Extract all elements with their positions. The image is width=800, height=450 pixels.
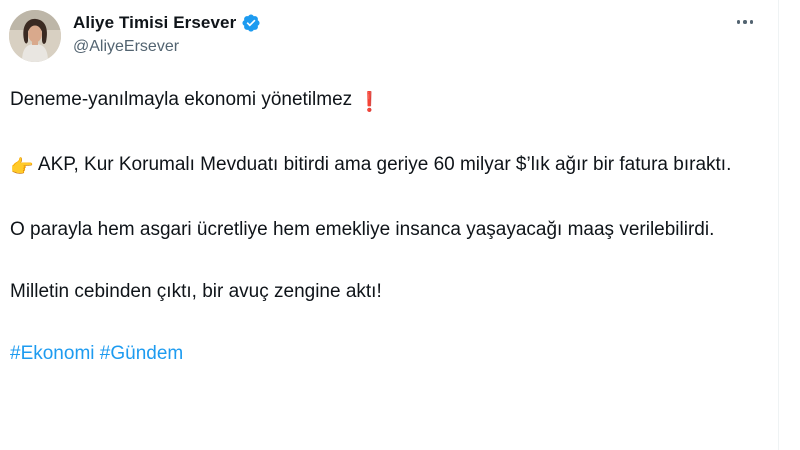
- author-name-row: Aliye Timisi Ersever: [73, 11, 261, 35]
- tweet-line-1: Deneme-yanılmayla ekonomi yönetilmez: [10, 89, 353, 110]
- tweet-text: Deneme-yanılmayla ekonomi yönetilmez ❗ 👉…: [10, 84, 765, 369]
- tweet-paragraph-2: 👉 AKP, Kur Korumalı Mevduatı bitirdi ama…: [10, 149, 765, 183]
- verified-badge-icon[interactable]: [241, 13, 261, 33]
- column-divider: [778, 0, 779, 450]
- more-options-icon[interactable]: [733, 12, 757, 32]
- author-display-name[interactable]: Aliye Timisi Ersever: [73, 13, 236, 33]
- hashtag-link[interactable]: #Ekonomi: [10, 343, 95, 364]
- tweet-paragraph-2-text: AKP, Kur Korumalı Mevduatı bitirdi ama g…: [37, 154, 732, 175]
- tweet-card: Aliye Timisi Ersever @AliyeErsever Denem…: [0, 0, 800, 450]
- pointing-hand-emoji-icon: 👉: [10, 157, 34, 178]
- exclamation-emoji-icon: ❗: [357, 92, 382, 113]
- hashtag-link[interactable]: #Gündem: [100, 343, 183, 364]
- tweet-paragraph-4: Milletin cebinden çıktı, bir avuç zengin…: [10, 281, 382, 302]
- hashtags: #Ekonomi #Gündem: [10, 338, 765, 369]
- author-handle[interactable]: @AliyeErsever: [73, 38, 179, 56]
- profile-photo: [9, 10, 61, 62]
- tweet-paragraph-1: Deneme-yanılmayla ekonomi yönetilmez ❗: [10, 84, 765, 118]
- tweet-paragraph-3: O parayla hem asgari ücretliye hem emekl…: [10, 219, 715, 240]
- avatar[interactable]: [9, 10, 61, 62]
